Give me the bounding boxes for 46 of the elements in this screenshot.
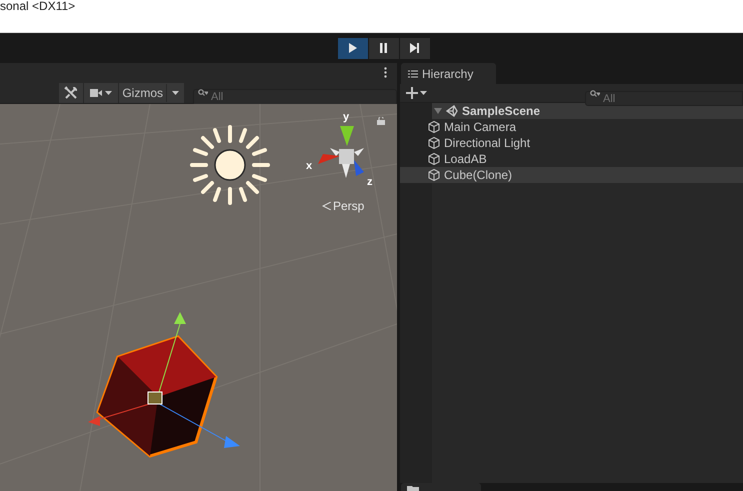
axis-label: x [306, 159, 312, 174]
axis-label: y [343, 110, 350, 125]
more-menu-icon[interactable] [384, 67, 387, 78]
plus-icon [406, 87, 418, 99]
list-icon [408, 70, 418, 78]
expand-arrow-icon[interactable] [434, 107, 442, 115]
caret-icon[interactable] [172, 90, 179, 94]
hierarchy-item[interactable]: LoadAB [400, 151, 743, 167]
cube-icon [428, 169, 440, 181]
hierarchy-item[interactable]: Main Camera [400, 119, 743, 135]
tools-button[interactable] [59, 82, 84, 102]
hierarchy-item[interactable]: Cube(Clone) [400, 167, 743, 183]
cube-icon [428, 121, 440, 133]
window-title: sonal <DX11> [0, 0, 76, 13]
sun-icon [188, 123, 272, 207]
video-camera-icon [90, 88, 102, 96]
scene-row[interactable]: SampleScene [432, 103, 743, 119]
search-icon [198, 89, 208, 97]
search-field[interactable]: All [585, 91, 743, 106]
play-button[interactable] [338, 38, 368, 58]
unity-logo-icon [446, 105, 458, 117]
tools-icon [64, 86, 78, 100]
projection-toggle[interactable]: Persp [322, 197, 364, 215]
play-icon [347, 43, 358, 53]
cube-icon [428, 137, 440, 149]
perspective-icon [322, 202, 331, 210]
scene-name: SampleScene [462, 103, 540, 120]
add-dropdown[interactable] [406, 87, 427, 99]
axis-label: z [367, 175, 372, 190]
pause-icon [378, 43, 389, 53]
camera-dropdown[interactable] [84, 82, 118, 102]
caret-icon [420, 91, 427, 95]
caret-icon [105, 90, 112, 94]
search-field[interactable]: All [193, 88, 397, 106]
lock-icon[interactable] [377, 117, 385, 125]
search-icon [590, 90, 600, 98]
step-icon [409, 43, 420, 53]
project-tab[interactable] [401, 483, 481, 491]
hierarchy-item[interactable]: Directional Light [400, 135, 743, 151]
folder-icon [407, 486, 419, 491]
scene-viewport[interactable]: y x z Persp [0, 104, 397, 491]
pause-button[interactable] [368, 38, 398, 58]
step-button[interactable] [400, 38, 430, 58]
hierarchy-tab[interactable]: Hierarchy [401, 63, 496, 84]
cube-icon [428, 153, 440, 165]
projection-label: Persp [333, 198, 364, 215]
